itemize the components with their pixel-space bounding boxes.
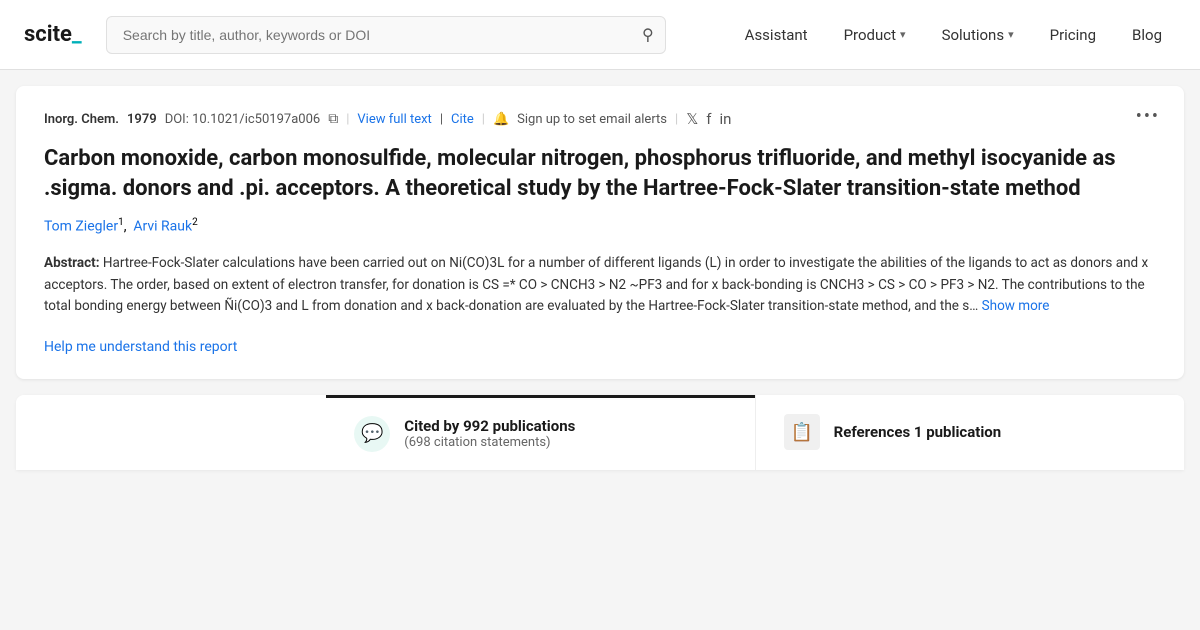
citation-statements-label: (698 citation statements) xyxy=(404,435,575,450)
author-link-ziegler[interactable]: Tom Ziegler xyxy=(44,219,118,235)
main-nav: Assistant Product ▾ Solutions ▾ Pricing … xyxy=(731,18,1176,52)
nav-item-product[interactable]: Product ▾ xyxy=(830,18,920,52)
stats-spacer xyxy=(16,395,326,470)
paper-authors: Tom Ziegler1, Arvi Rauk2 xyxy=(44,217,1156,235)
search-input[interactable] xyxy=(106,16,666,54)
twitter-icon[interactable]: 𝕏 xyxy=(686,110,698,128)
nav-item-assistant[interactable]: Assistant xyxy=(731,18,822,52)
author-link-rauk[interactable]: Arvi Rauk xyxy=(133,219,192,235)
chevron-down-icon: ▾ xyxy=(1008,28,1014,41)
copy-icon[interactable]: ⧉ xyxy=(328,111,338,127)
paper-doi: DOI: 10.1021/ic50197a006 xyxy=(165,112,321,127)
nav-item-blog[interactable]: Blog xyxy=(1118,18,1176,52)
references-section[interactable]: 📋 References 1 publication xyxy=(755,395,1184,470)
cited-text: Cited by 992 publications (698 citation … xyxy=(404,417,575,450)
paper-abstract: Abstract: Hartree-Fock-Slater calculatio… xyxy=(44,253,1156,318)
search-bar: ⚲ xyxy=(106,16,666,54)
social-icons: 𝕏 f in xyxy=(686,110,731,128)
references-icon: 📋 xyxy=(784,414,820,450)
paper-card: Inorg. Chem. 1979 DOI: 10.1021/ic50197a0… xyxy=(16,86,1184,379)
cited-main-label: Cited by 992 publications xyxy=(404,417,575,435)
show-more-link[interactable]: Show more xyxy=(982,298,1050,314)
citation-icon: 💬 xyxy=(354,416,390,452)
site-header: scite_ ⚲ Assistant Product ▾ Solutions ▾… xyxy=(0,0,1200,70)
search-icon[interactable]: ⚲ xyxy=(642,25,654,44)
abstract-label: Abstract: xyxy=(44,255,100,271)
facebook-icon[interactable]: f xyxy=(706,110,711,128)
paper-meta: Inorg. Chem. 1979 DOI: 10.1021/ic50197a0… xyxy=(44,110,1156,128)
main-content: Inorg. Chem. 1979 DOI: 10.1021/ic50197a0… xyxy=(0,70,1200,470)
bell-icon: 🔔 xyxy=(493,112,509,127)
nav-item-solutions[interactable]: Solutions ▾ xyxy=(928,18,1028,52)
chevron-down-icon: ▾ xyxy=(900,28,906,41)
cite-link[interactable]: Cite xyxy=(451,112,474,127)
cited-by-section[interactable]: 💬 Cited by 992 publications (698 citatio… xyxy=(326,395,754,470)
references-main-label: References 1 publication xyxy=(834,423,1002,441)
paper-journal: Inorg. Chem. xyxy=(44,112,119,127)
sign-up-text[interactable]: Sign up to set email alerts xyxy=(517,112,667,127)
nav-item-pricing[interactable]: Pricing xyxy=(1036,18,1110,52)
stats-bar: 💬 Cited by 992 publications (698 citatio… xyxy=(16,395,1184,470)
linkedin-icon[interactable]: in xyxy=(720,110,732,128)
site-logo[interactable]: scite_ xyxy=(24,22,82,47)
more-options-button[interactable]: ••• xyxy=(1136,106,1160,127)
paper-year: 1979 xyxy=(127,112,157,127)
paper-title: Carbon monoxide, carbon monosulfide, mol… xyxy=(44,144,1156,203)
view-full-text-link[interactable]: View full text xyxy=(357,112,431,127)
help-understand-link[interactable]: Help me understand this report xyxy=(44,339,237,355)
